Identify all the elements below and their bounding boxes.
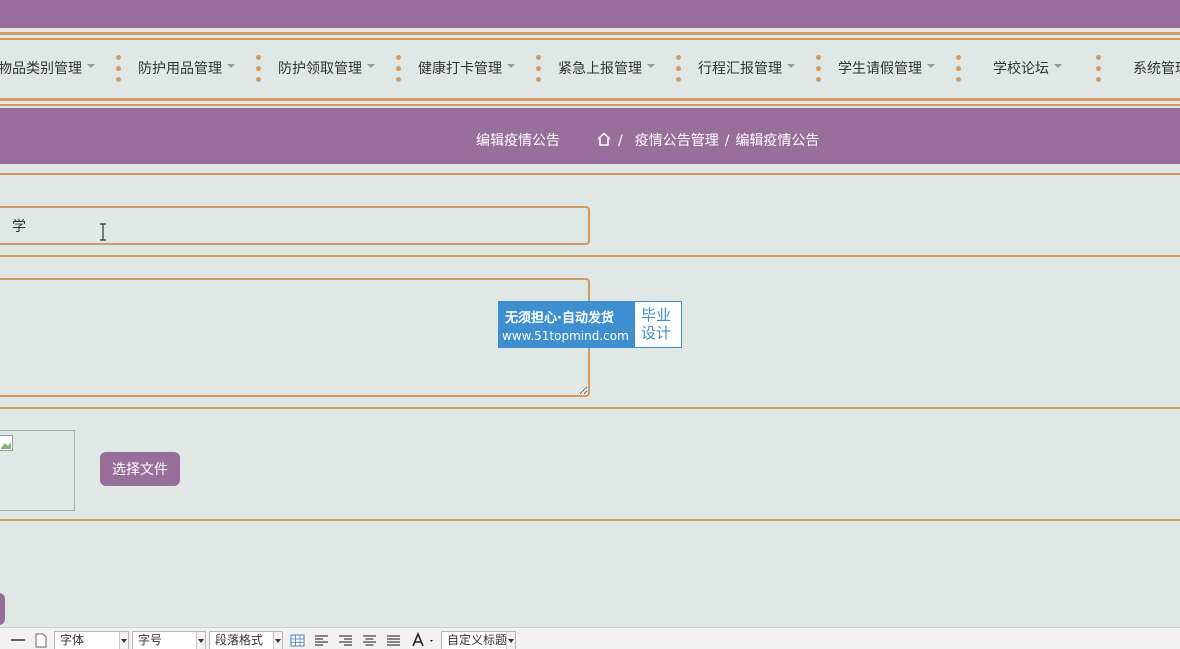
nav-item-health-checkin[interactable]: 健康打卡管理 <box>418 40 515 98</box>
nav-divider-dots <box>1096 55 1102 85</box>
caret-down-icon <box>227 64 235 68</box>
caret-down-icon <box>507 64 515 68</box>
nav-divider-dots <box>256 55 262 85</box>
caret-down-icon <box>1054 64 1062 68</box>
breadcrumb-bar: 编辑疫情公告 / 疫情公告管理 / 编辑疫情公告 <box>0 108 1180 164</box>
page-title: 编辑疫情公告 <box>476 133 560 149</box>
nav-item-system[interactable]: 系统管理 <box>1133 40 1180 98</box>
nav-divider-dots <box>536 55 542 85</box>
form-divider <box>0 173 1180 175</box>
nav-item-protective-goods[interactable]: 防护用品管理 <box>138 40 235 98</box>
nav-item-student-leave[interactable]: 学生请假管理 <box>838 40 935 98</box>
nav-item-protective-claim[interactable]: 防护领取管理 <box>278 40 375 98</box>
nav-border-bottom <box>0 98 1180 101</box>
breadcrumb: / 疫情公告管理 / 编辑疫情公告 <box>596 108 819 174</box>
align-center-icon[interactable] <box>362 631 377 649</box>
horizontal-rule-icon[interactable] <box>10 631 26 649</box>
nav-divider-dots <box>676 55 682 85</box>
watermark-badge: 毕业 设计 <box>635 302 681 347</box>
nav-items: 物品类别管理 防护用品管理 防护领取管理 健康打卡管理 紧急上报管理 行程汇报管… <box>0 40 1180 98</box>
breadcrumb-item-edit-notice: 编辑疫情公告 <box>735 133 820 149</box>
nav-divider-dots <box>116 55 122 85</box>
caret-down-icon <box>367 64 375 68</box>
editor-toolbar: 字体 字号 段落格式 自定义标题 <box>0 627 1180 649</box>
caret-down-icon <box>87 64 95 68</box>
align-justify-icon[interactable] <box>386 631 401 649</box>
choose-file-button[interactable]: 选择文件 <box>100 452 180 486</box>
home-icon[interactable] <box>596 131 612 147</box>
paragraph-format-select[interactable]: 段落格式 <box>209 631 283 649</box>
caret-down-icon <box>927 64 935 68</box>
page-icon[interactable] <box>34 631 48 649</box>
align-left-icon[interactable] <box>314 631 329 649</box>
caret-down-icon <box>787 64 795 68</box>
form-divider <box>0 407 1180 409</box>
custom-title-select[interactable]: 自定义标题 <box>441 631 516 649</box>
align-right-icon[interactable] <box>338 631 353 649</box>
table-icon[interactable] <box>290 631 305 649</box>
font-size-select[interactable]: 字号 <box>132 631 206 649</box>
nav-border-top <box>0 32 1180 35</box>
text-cursor-icon <box>100 223 106 241</box>
nav-border-bottom-inner <box>0 104 1180 106</box>
nav-divider-dots <box>956 55 962 85</box>
breadcrumb-separator: / <box>618 133 623 149</box>
nav-divider-dots <box>816 55 822 85</box>
main-nav: 物品类别管理 防护用品管理 防护领取管理 健康打卡管理 紧急上报管理 行程汇报管… <box>0 28 1180 108</box>
form-divider <box>0 519 1180 521</box>
broken-image-icon <box>0 435 13 451</box>
nav-divider-dots <box>396 55 402 85</box>
form-divider <box>0 255 1180 257</box>
font-family-select[interactable]: 字体 <box>54 631 129 649</box>
font-color-icon[interactable] <box>410 631 438 649</box>
top-header-band <box>0 0 1180 28</box>
watermark-url: www.51topmind.com <box>502 329 629 343</box>
nav-item-school-forum[interactable]: 学校论坛 <box>993 40 1062 98</box>
title-input[interactable] <box>0 206 590 245</box>
watermark-banner: 无须担心·自动发货 www.51topmind.com 毕业 设计 <box>498 301 682 348</box>
breadcrumb-item-notice-manage[interactable]: 疫情公告管理 <box>635 133 719 149</box>
nav-item-emergency-report[interactable]: 紧急上报管理 <box>558 40 655 98</box>
nav-item-trip-report[interactable]: 行程汇报管理 <box>698 40 795 98</box>
watermark-slogan: 无须担心·自动发货 <box>505 311 614 326</box>
image-preview <box>0 430 75 511</box>
side-tab-button[interactable] <box>0 593 5 625</box>
nav-item-item-category[interactable]: 物品类别管理 <box>0 40 95 98</box>
caret-down-icon <box>647 64 655 68</box>
breadcrumb-separator: / <box>724 133 730 149</box>
